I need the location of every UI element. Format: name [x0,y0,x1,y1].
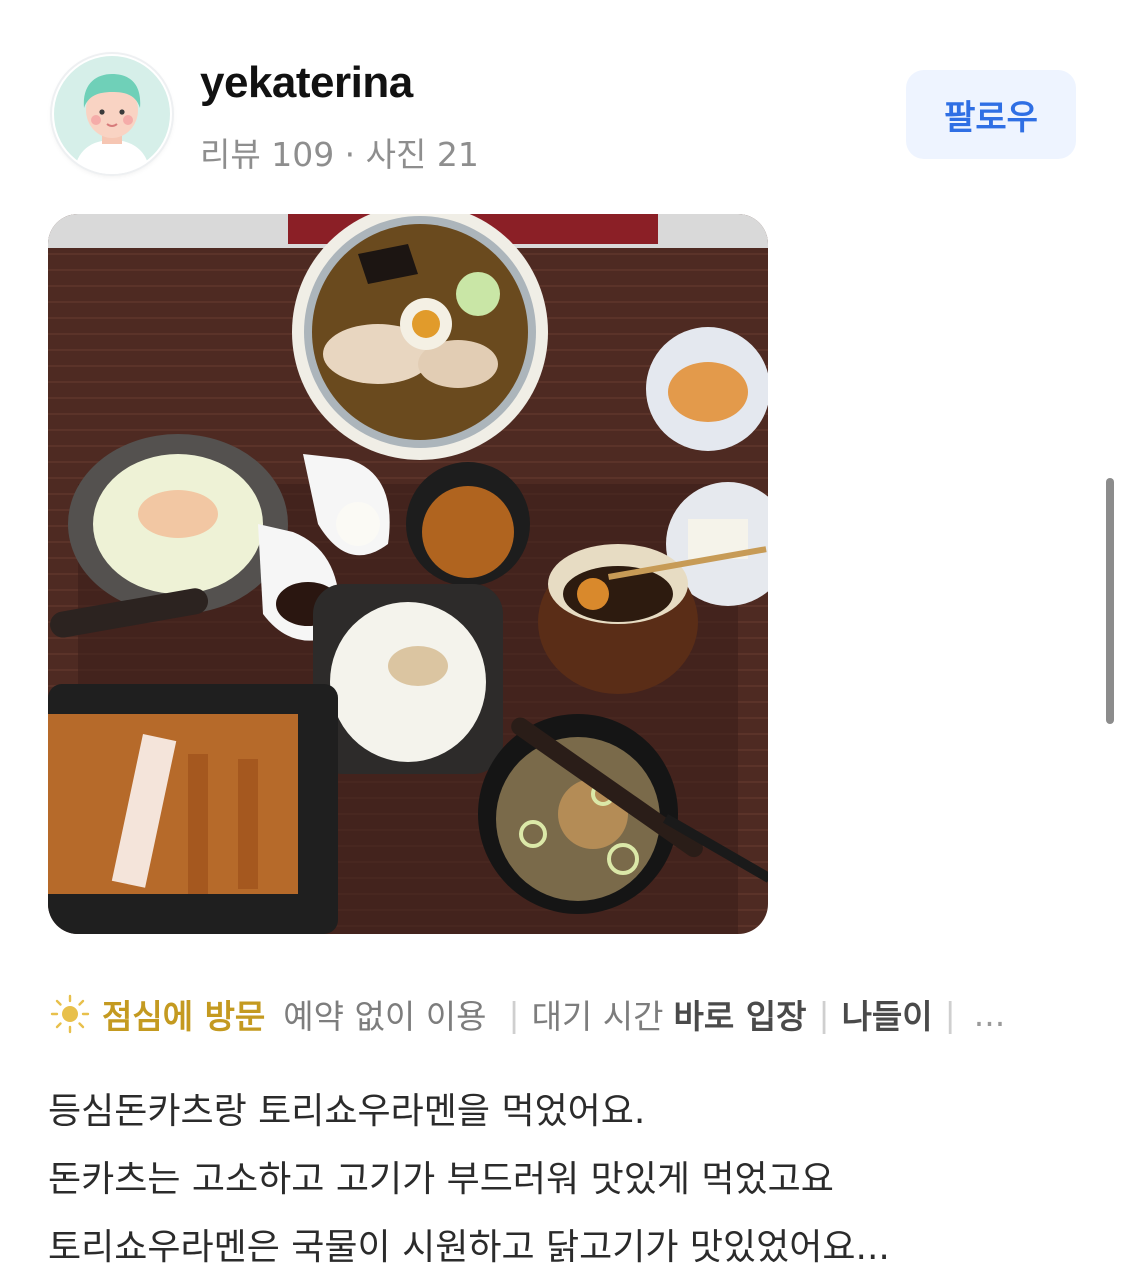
divider: | [944,994,956,1034]
sun-icon [50,994,90,1034]
visit-info: 점심에 방문 예약 없이 이용 | 대기 시간 바로 입장 | 나들이 | ..… [48,990,1005,1038]
tag-wait-value: 바로 입장 [673,997,807,1036]
divider: | [818,994,830,1034]
tag-purpose: 나들이 [841,997,933,1036]
review-line: 토리쇼우라멘은 국물이 시원하고 닭고기가 맛있었어요... [48,1227,890,1268]
follow-button[interactable]: 팔로우 [906,70,1076,159]
more-tags[interactable]: ... [974,995,1005,1034]
scrollbar[interactable] [1106,478,1114,724]
tag-wait-label: 대기 시간 [531,997,664,1036]
user-stats: 리뷰 109 · 사진 21 [200,135,479,174]
visit-time: 점심에 방문 [102,997,266,1036]
review-line: 등심돈카츠랑 토리쇼우라멘을 먹었어요. [48,1091,646,1132]
review-text[interactable]: 등심돈카츠랑 토리쇼우라멘을 먹었어요. 돈카츠는 고소하고 고기가 부드러워 … [48,1078,1078,1282]
divider: | [508,994,520,1034]
user-avatar-icon [54,56,170,174]
avatar[interactable] [52,54,172,174]
review-photo[interactable] [48,214,768,934]
review-line: 돈카츠는 고소하고 고기가 부드러워 맛있게 먹었고요 [48,1159,834,1200]
username[interactable]: yekaterina [200,58,413,108]
tag-reservation: 예약 없이 이용 [283,997,487,1036]
